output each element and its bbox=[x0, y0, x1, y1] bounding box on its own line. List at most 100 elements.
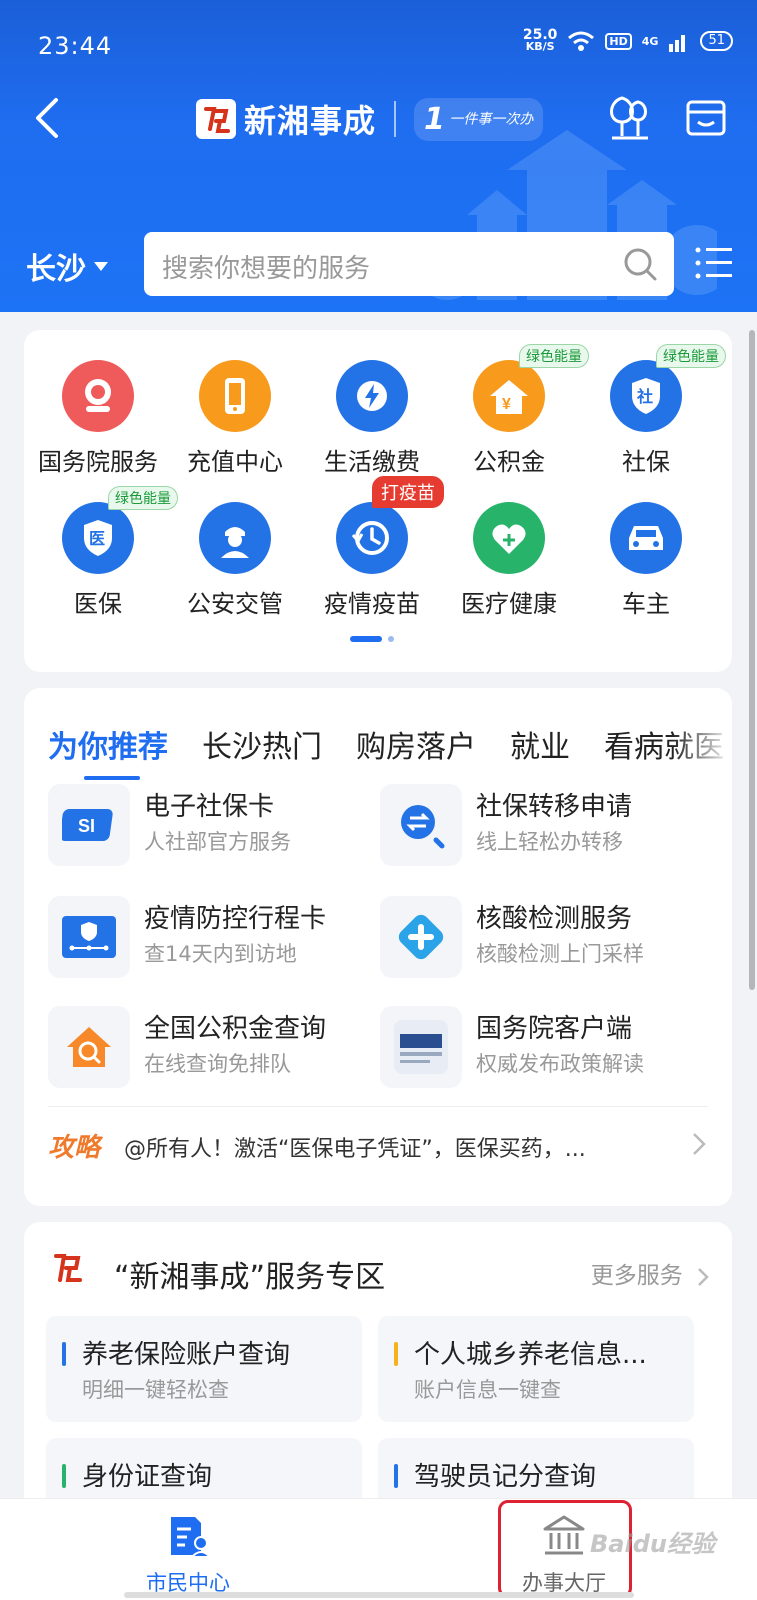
health-heart-icon bbox=[473, 502, 545, 574]
watermark: Baidu经验 bbox=[590, 1530, 715, 1558]
slogan-text: 一件事一次办 bbox=[449, 111, 534, 127]
service-subtitle: 线上轻松办转移 bbox=[476, 830, 623, 854]
house-search-icon bbox=[48, 1006, 130, 1088]
service-item[interactable]: SI 电子社保卡 人社部官方服务 bbox=[48, 780, 378, 870]
service-subtitle: 权威发布政策解读 bbox=[476, 1052, 644, 1076]
phone-icon bbox=[199, 360, 271, 432]
service-subtitle: 查14天内到访地 bbox=[144, 942, 297, 966]
app-header: 23:44 25.0 KB/S HD 4G 51 新湘事成 1 一件事一次办 长… bbox=[0, 0, 757, 312]
service-title: 核酸检测服务 bbox=[476, 904, 633, 934]
scrollbar[interactable] bbox=[749, 330, 755, 990]
home-indicator bbox=[124, 1592, 634, 1598]
page-indicator bbox=[350, 636, 394, 642]
hd-badge: HD bbox=[605, 32, 632, 50]
zone-item-title: 养老保险账户查询 bbox=[82, 1340, 291, 1370]
xinxiang-logo-icon bbox=[54, 1254, 82, 1282]
page-dot-active bbox=[350, 636, 382, 642]
more-services-link[interactable]: 更多服务 bbox=[591, 1256, 710, 1290]
quick-service-label: 医保 bbox=[74, 590, 122, 618]
police-icon bbox=[199, 502, 271, 574]
citizen-doc-icon bbox=[171, 1517, 213, 1558]
search-placeholder: 搜索你想要的服务 bbox=[162, 254, 371, 284]
tree-icon[interactable] bbox=[604, 92, 656, 144]
service-zone-card: “新湘事成”服务专区 更多服务 养老保险账户查询 明细一键轻松查 个人城乡养老信… bbox=[24, 1222, 732, 1544]
quick-services-card: 国务院服务 充值中心 生活缴费 ¥ 公积金 绿色能量社社保 绿色能量医医保 绿色能量 公安交管疫… bbox=[24, 330, 732, 672]
service-item[interactable]: 国务院客户端 权威发布政策解读 bbox=[380, 1002, 710, 1092]
service-item[interactable]: 疫情防控行程卡 查14天内到访地 bbox=[48, 892, 378, 982]
car-icon bbox=[610, 502, 682, 574]
zone-item-title: 驾驶员记分查询 bbox=[414, 1462, 597, 1492]
zone-item-bar bbox=[394, 1342, 398, 1366]
quick-service-item[interactable]: 国务院服务 bbox=[28, 330, 168, 476]
quick-service-item[interactable]: 社社保 绿色能量 bbox=[576, 330, 726, 476]
service-subtitle: 核酸检测上门采样 bbox=[476, 942, 644, 966]
quick-service-label: 医疗健康 bbox=[461, 590, 557, 618]
nav-citizen-center[interactable]: 市民中心 bbox=[88, 1513, 288, 1597]
tab-changsha-hot[interactable]: 长沙热门 bbox=[202, 722, 322, 766]
zone-item[interactable]: 个人城乡养老信息... 账户信息一键查 bbox=[378, 1316, 694, 1422]
network-speed: 25.0 KB/S bbox=[523, 28, 558, 53]
search-input[interactable]: 搜索你想要的服务 bbox=[144, 232, 674, 296]
svg-text:¥: ¥ bbox=[502, 396, 511, 413]
tips-text: @所有人！激活“医保电子凭证”，医保买药，... bbox=[124, 1137, 586, 1162]
signal-bars-icon bbox=[669, 35, 686, 52]
medical-cross-icon bbox=[380, 896, 462, 978]
status-bar: 23:44 25.0 KB/S HD 4G 51 bbox=[0, 0, 757, 64]
slogan: 1 一件事一次办 bbox=[414, 97, 544, 141]
back-arrow-icon[interactable] bbox=[30, 94, 70, 142]
tab-housing[interactable]: 购房落户 bbox=[356, 722, 476, 766]
city-selector[interactable]: 长沙 bbox=[26, 244, 108, 288]
quick-service-badge: 打疫苗 bbox=[372, 476, 444, 508]
quick-service-item[interactable]: 医医保 绿色能量 bbox=[28, 472, 178, 618]
utility-bolt-icon bbox=[336, 360, 408, 432]
quick-service-item[interactable]: 疫情疫苗 打疫苗 bbox=[302, 472, 444, 618]
quick-service-item[interactable]: 公安交管 bbox=[165, 472, 305, 618]
house-fund-icon: ¥ bbox=[473, 360, 545, 432]
caret-down-icon bbox=[94, 261, 108, 271]
quick-service-label: 公安交管 bbox=[187, 590, 283, 618]
slogan-number: 1 bbox=[424, 101, 445, 137]
state-council-app-icon bbox=[380, 1006, 462, 1088]
service-title: 全国公积金查询 bbox=[144, 1014, 327, 1044]
service-subtitle: 在线查询免排队 bbox=[144, 1052, 291, 1076]
zone-item-bar bbox=[394, 1464, 398, 1488]
service-title: 国务院客户端 bbox=[476, 1014, 633, 1044]
service-title: 社保转移申请 bbox=[476, 792, 633, 822]
service-title: 电子社保卡 bbox=[144, 792, 275, 822]
tab-recommend[interactable]: 为你推荐 bbox=[48, 722, 168, 780]
top-bar: 新湘事成 1 一件事一次办 bbox=[0, 82, 757, 152]
zone-item-title: 身份证查询 bbox=[82, 1462, 213, 1492]
service-item[interactable]: 核酸检测服务 核酸检测上门采样 bbox=[380, 892, 710, 982]
quick-service-item[interactable]: ¥ 公积金 绿色能量 bbox=[439, 330, 589, 476]
battery-indicator: 51 bbox=[700, 31, 733, 51]
service-item[interactable]: 全国公积金查询 在线查询免排队 bbox=[48, 1002, 378, 1092]
quick-service-item[interactable]: 充值中心 bbox=[165, 330, 305, 476]
tabs-fade bbox=[672, 708, 732, 768]
tab-employment[interactable]: 就业 bbox=[510, 722, 570, 766]
zone-item-bar bbox=[62, 1342, 66, 1366]
zone-item-bar bbox=[62, 1464, 66, 1488]
page-dot bbox=[388, 636, 394, 642]
service-subtitle: 人社部官方服务 bbox=[144, 830, 291, 854]
logo-divider bbox=[394, 101, 397, 137]
svg-text:SI: SI bbox=[78, 816, 95, 836]
network-speed-unit: KB/S bbox=[525, 40, 555, 53]
tips-banner[interactable]: 攻略 @所有人！激活“医保电子凭证”，医保买药，... bbox=[48, 1106, 708, 1176]
service-item[interactable]: 社保转移申请 线上轻松办转移 bbox=[380, 780, 710, 870]
government-building-icon bbox=[543, 1515, 585, 1555]
quick-service-item[interactable]: 生活缴费 bbox=[302, 330, 442, 476]
quick-service-label: 疫情疫苗 bbox=[324, 590, 420, 618]
card-wallet-icon[interactable] bbox=[684, 96, 728, 140]
quick-service-item[interactable]: 车主 bbox=[576, 472, 716, 618]
svg-text:社: 社 bbox=[636, 387, 653, 406]
search-icon[interactable] bbox=[622, 246, 658, 282]
quick-service-badge: 绿色能量 bbox=[656, 344, 726, 368]
zone-item[interactable]: 养老保险账户查询 明细一键轻松查 bbox=[46, 1316, 362, 1422]
quick-service-item[interactable]: 医疗健康 bbox=[439, 472, 579, 618]
quick-service-label: 车主 bbox=[622, 590, 670, 618]
service-title: 疫情防控行程卡 bbox=[144, 904, 327, 934]
list-menu-icon[interactable] bbox=[694, 244, 734, 282]
app-name: 新湘事成 bbox=[244, 102, 377, 140]
social-security-shield-icon: 社 bbox=[610, 360, 682, 432]
recommend-card: 为你推荐 长沙热门 购房落户 就业 看病就医 SI 电子社保卡 人社部官方服务 … bbox=[24, 688, 732, 1206]
